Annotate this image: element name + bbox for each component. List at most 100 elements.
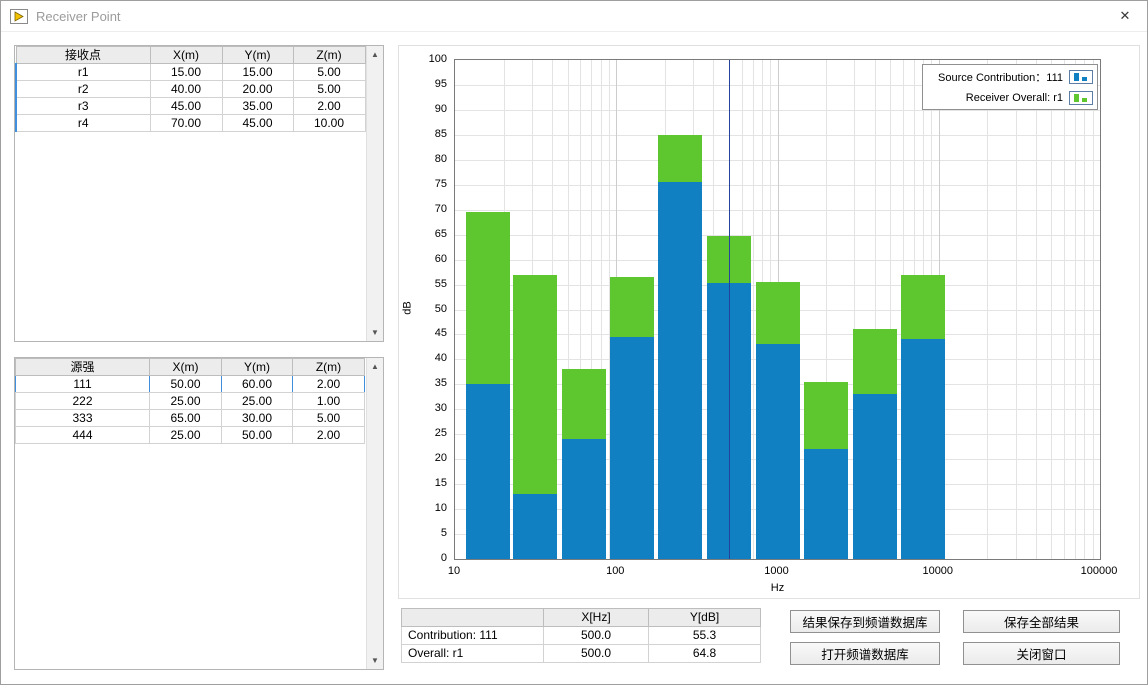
v-grid-line (1036, 60, 1037, 559)
y-tick-label: 25 (399, 427, 447, 439)
source-table-cell[interactable]: 333 (16, 410, 150, 427)
receiver-table-row: r240.0020.005.00 (16, 81, 365, 98)
source-table-header-row: 源强X(m)Y(m)Z(m) (16, 359, 365, 376)
x-axis-label: Hz (454, 582, 1101, 594)
readout-table-cell[interactable]: Overall: r1 (402, 645, 544, 663)
x-tick-label: 10000 (922, 565, 953, 577)
source-table-cell[interactable]: 1.00 (293, 393, 365, 410)
source-table-header-cell[interactable]: X(m) (150, 359, 222, 376)
source-table-cell[interactable]: 50.00 (222, 427, 293, 444)
legend-label: Receiver Overall: r1 (966, 92, 1063, 104)
receiver-table-cell[interactable]: r2 (16, 81, 150, 98)
x-tick-label: 100 (606, 565, 624, 577)
scroll-down-icon[interactable]: ▼ (367, 652, 383, 669)
y-tick-label: 100 (399, 53, 447, 65)
receiver-table-cell[interactable]: 5.00 (293, 81, 365, 98)
receiver-table-header-cell[interactable]: Z(m) (293, 47, 365, 64)
source-table-cell[interactable]: 111 (16, 376, 150, 393)
source-table-cell[interactable]: 65.00 (150, 410, 222, 427)
y-tick-label: 5 (399, 527, 447, 539)
source-table-cell[interactable]: 222 (16, 393, 150, 410)
y-tick-label: 60 (399, 253, 447, 265)
source-table-cell[interactable]: 444 (16, 427, 150, 444)
open-spectrum-db-button[interactable]: 打开频谱数据库 (790, 642, 940, 665)
window-title: Receiver Point (36, 9, 121, 24)
source-table-header-cell[interactable]: Y(m) (222, 359, 293, 376)
receiver-table-row: r470.0045.0010.00 (16, 115, 365, 132)
source-table-header-cell[interactable]: Z(m) (293, 359, 365, 376)
y-tick-label: 45 (399, 327, 447, 339)
contribution-bar (513, 494, 557, 559)
receiver-table-cell[interactable]: 40.00 (150, 81, 222, 98)
readout-table-cell[interactable]: 64.8 (649, 645, 761, 663)
receiver-table-cell[interactable]: 5.00 (293, 64, 365, 81)
contribution-bar (658, 182, 702, 559)
source-table-cell[interactable]: 60.00 (222, 376, 293, 393)
save-all-results-button[interactable]: 保存全部结果 (963, 610, 1120, 633)
legend-item[interactable]: Receiver Overall: r1 (925, 87, 1095, 108)
readout-table-cell[interactable]: Contribution: 111 (402, 627, 544, 645)
receiver-table-cell[interactable]: 35.00 (222, 98, 293, 115)
contribution-bar (901, 339, 945, 559)
y-tick-label: 65 (399, 228, 447, 240)
y-tick-label: 30 (399, 402, 447, 414)
x-tick-label: 100000 (1081, 565, 1118, 577)
source-table-cell[interactable]: 2.00 (293, 427, 365, 444)
source-table-cell[interactable]: 2.00 (293, 376, 365, 393)
source-table-header-cell[interactable]: 源强 (16, 359, 150, 376)
readout-table-cell[interactable]: 55.3 (649, 627, 761, 645)
source-table-cell[interactable]: 25.00 (150, 393, 222, 410)
readout-table-cell[interactable]: 500.0 (544, 627, 649, 645)
receiver-table-cell[interactable]: 10.00 (293, 115, 365, 132)
scroll-down-icon[interactable]: ▼ (367, 324, 383, 341)
receiver-table-header-cell[interactable]: X(m) (150, 47, 222, 64)
receiver-table-cell[interactable]: 20.00 (222, 81, 293, 98)
save-to-spectrum-db-button[interactable]: 结果保存到频谱数据库 (790, 610, 940, 633)
readout-table-row: Contribution: 111500.055.3 (402, 627, 761, 645)
receiver-table-cell[interactable]: 70.00 (150, 115, 222, 132)
y-tick-label: 20 (399, 452, 447, 464)
plot-area[interactable] (454, 59, 1101, 560)
source-table-cell[interactable]: 5.00 (293, 410, 365, 427)
v-grid-line (1064, 60, 1065, 559)
contribution-bar (853, 394, 897, 559)
receiver-table-cell[interactable]: r3 (16, 98, 150, 115)
receiver-table-cell[interactable]: r4 (16, 115, 150, 132)
source-table-row: 44425.0050.002.00 (16, 427, 365, 444)
receiver-table-header-cell[interactable]: Y(m) (222, 47, 293, 64)
cursor-readout-table: X[Hz]Y[dB]Contribution: 111500.055.3Over… (401, 608, 761, 663)
source-scrollbar[interactable]: ▲ ▼ (366, 358, 383, 669)
receiver-table-header-cell[interactable]: 接收点 (16, 47, 150, 64)
receiver-table-cell[interactable]: 45.00 (150, 98, 222, 115)
x-tick-label: 10 (448, 565, 460, 577)
source-table-host: 源强X(m)Y(m)Z(m)11150.0060.002.0022225.002… (15, 358, 366, 669)
readout-table-header-cell[interactable]: Y[dB] (649, 609, 761, 627)
receiver-scrollbar[interactable]: ▲ ▼ (366, 46, 383, 341)
readout-table-header-row: X[Hz]Y[dB] (402, 609, 761, 627)
close-window-button[interactable]: 关闭窗口 (963, 642, 1120, 665)
legend-item[interactable]: Source Contribution：111 (925, 66, 1095, 87)
scroll-up-icon[interactable]: ▲ (367, 358, 383, 375)
source-table-cell[interactable]: 30.00 (222, 410, 293, 427)
titlebar: Receiver Point ✕ (1, 1, 1147, 32)
readout-table-cell[interactable]: 500.0 (544, 645, 649, 663)
receiver-table-cell[interactable]: 2.00 (293, 98, 365, 115)
y-tick-label: 50 (399, 303, 447, 315)
source-table-cell[interactable]: 25.00 (222, 393, 293, 410)
source-table-cell[interactable]: 25.00 (150, 427, 222, 444)
receiver-point-window: Receiver Point ✕ 接收点X(m)Y(m)Z(m)r115.001… (0, 0, 1148, 685)
close-icon[interactable]: ✕ (1103, 1, 1147, 30)
readout-table-header-cell[interactable] (402, 609, 544, 627)
scroll-up-icon[interactable]: ▲ (367, 46, 383, 63)
cursor-line[interactable] (729, 60, 730, 559)
source-table-cell[interactable]: 50.00 (150, 376, 222, 393)
receiver-table-cell[interactable]: 15.00 (222, 64, 293, 81)
receiver-table-cell[interactable]: 45.00 (222, 115, 293, 132)
x-tick-label: 1000 (764, 565, 788, 577)
v-grid-line (1093, 60, 1094, 559)
readout-table-header-cell[interactable]: X[Hz] (544, 609, 649, 627)
contribution-bar (804, 449, 848, 559)
receiver-table-cell[interactable]: 15.00 (150, 64, 222, 81)
receiver-table-cell[interactable]: r1 (16, 64, 150, 81)
legend-bar-icon (1069, 70, 1093, 84)
